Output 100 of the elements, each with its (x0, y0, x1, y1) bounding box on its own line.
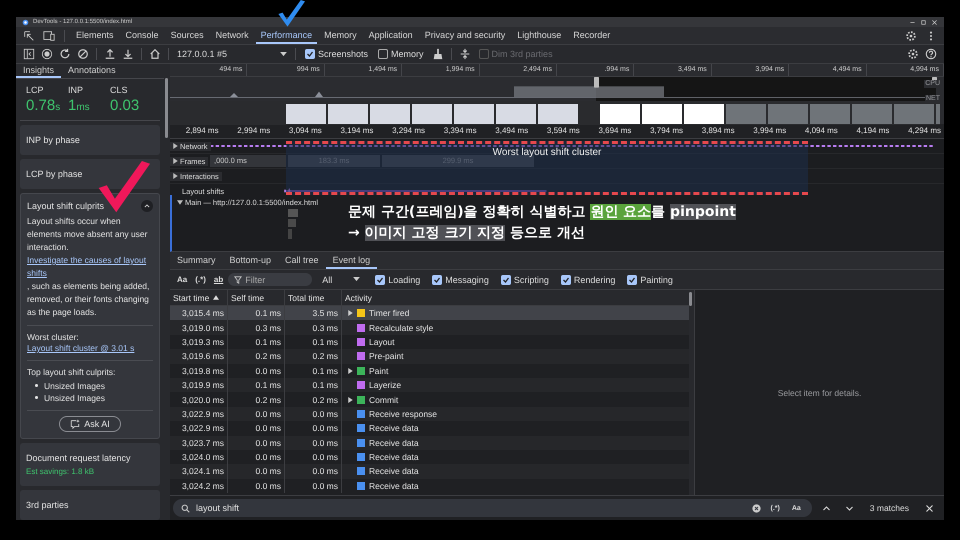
ask-ai-button[interactable]: Ask AI (59, 416, 121, 432)
category-checkbox[interactable]: Painting (627, 274, 673, 284)
caret-icon (280, 52, 287, 56)
insight-card[interactable]: Document request latency Est savings: 1.8 kB (20, 443, 160, 486)
details-tab[interactable]: Bottom-up (222, 252, 278, 269)
option-checkbox[interactable]: Screenshots (305, 49, 368, 59)
split-icon[interactable] (458, 48, 471, 60)
expand-arrow-icon[interactable] (173, 173, 178, 179)
expand-arrow-icon[interactable] (173, 143, 178, 149)
expand-arrow-icon[interactable] (348, 396, 353, 403)
event-row[interactable]: 3,022.9 ms 0.0 ms 0.0 ms Receive response (170, 406, 689, 422)
column-header[interactable]: Self time (228, 290, 285, 305)
activity-name: Paint (369, 366, 388, 376)
activity-name: Receive response (369, 408, 438, 419)
savings-text: Est savings: 1.8 kB (26, 467, 96, 476)
filter-toggle[interactable]: (.*) (192, 275, 209, 284)
upload-icon[interactable] (104, 48, 116, 60)
expand-arrow-icon[interactable] (348, 310, 353, 316)
expand-arrow-icon[interactable] (177, 200, 183, 205)
column-header[interactable]: Total time (285, 290, 342, 305)
close-icon[interactable] (931, 18, 938, 26)
event-row[interactable]: 3,024.1 ms 0.0 ms 0.0 ms Receive data (170, 464, 689, 479)
checkmark-icon (306, 50, 314, 58)
option-checkbox[interactable]: Memory (378, 49, 424, 59)
collapse-chevron-icon[interactable] (141, 200, 153, 212)
previous-match-icon[interactable] (822, 504, 831, 512)
event-row[interactable]: 3,024.2 ms 0.0 ms 0.0 ms Receive data (170, 478, 689, 494)
home-icon[interactable] (149, 48, 161, 60)
activity-name: Receive data (369, 480, 419, 491)
insight-card[interactable]: 3rd parties (20, 490, 160, 520)
panel-tab[interactable]: Sources (166, 27, 209, 44)
filter-toggle[interactable]: Aa (174, 275, 190, 284)
download-icon[interactable] (122, 48, 134, 60)
checkmark-icon (628, 276, 636, 284)
table-cell: 0.0 ms (285, 478, 342, 494)
ruler-tick-label: 3,594 ms (546, 125, 581, 137)
device-toolbar-icon[interactable] (43, 30, 55, 42)
expand-arrow-icon[interactable] (173, 158, 178, 164)
metric-label: INP (68, 85, 84, 95)
event-row[interactable]: 3,015.4 ms 0.1 ms 3.5 ms Timer fired (170, 306, 689, 320)
table-cell: 3,022.9 ms (170, 406, 228, 422)
activity-name: Receive data (369, 452, 419, 462)
panel-tab[interactable]: Recorder (568, 27, 616, 44)
recording-dropdown[interactable]: 127.0.0.1 #5 (173, 49, 291, 59)
event-row[interactable]: 3,019.9 ms 0.1 ms 0.1 ms Layerize (170, 378, 689, 392)
panel-tab[interactable]: Elements (71, 27, 119, 44)
category-checkbox[interactable]: Messaging (432, 274, 489, 284)
annotation-caption: → 이미지 고정 크기 지정 등으로 개선 (348, 224, 586, 243)
panel-tab[interactable]: Console (120, 27, 164, 44)
maximize-icon[interactable] (920, 18, 927, 26)
insight-card[interactable]: LCP by phase (20, 159, 160, 189)
panel-tab[interactable]: Application (364, 27, 418, 44)
table-cell: 0.2 ms (228, 349, 285, 364)
table-cell: 3,019.6 ms (170, 349, 228, 364)
details-tab[interactable]: Summary (170, 252, 223, 269)
ruler-tick-label: 4,194 ms (855, 125, 890, 137)
documentation-link[interactable]: Investigate the causes of layout shifts (27, 254, 153, 280)
category-checkbox[interactable]: Loading (375, 274, 420, 284)
event-row[interactable]: 3,019.0 ms 0.3 ms 0.3 ms Recalculate style (170, 320, 689, 335)
cluster-link[interactable]: Layout shift cluster @ 3.01 s (27, 343, 153, 353)
event-row[interactable]: 3,023.7 ms 0.0 ms 0.0 ms Receive data (170, 436, 689, 450)
panel-tab[interactable]: Privacy and security (420, 27, 510, 44)
clear-icon[interactable] (77, 48, 89, 60)
ruler-tick-label: 3,194 ms (339, 125, 374, 137)
bullet-icon (35, 396, 38, 400)
details-tab[interactable]: Call tree (278, 252, 326, 269)
record-icon[interactable] (41, 48, 53, 60)
broom-icon[interactable] (432, 48, 444, 60)
sidebar-tab[interactable]: Annotations (61, 64, 123, 78)
activity-name: Layerize (369, 380, 402, 390)
filter-toggle[interactable]: ab (210, 275, 226, 284)
sidebar-tab[interactable]: Insights (16, 64, 62, 78)
checkmark-icon (502, 276, 510, 284)
category-dropdown[interactable]: All (316, 274, 366, 286)
event-row[interactable]: 3,019.6 ms 0.2 ms 0.2 ms Pre-paint (170, 349, 689, 364)
insight-card[interactable]: INP by phase (20, 125, 160, 155)
sidebar-toggle-icon[interactable] (23, 48, 35, 60)
bullet-icon (35, 384, 38, 388)
panel-tab[interactable]: Memory (319, 27, 362, 44)
help-icon[interactable] (925, 48, 937, 60)
insight-card[interactable] (20, 193, 160, 439)
close-icon[interactable] (925, 504, 934, 512)
settings-icon[interactable] (905, 30, 917, 42)
inspect-icon[interactable] (23, 30, 35, 42)
column-header[interactable]: Start time (170, 290, 228, 305)
clear-search-icon[interactable] (752, 504, 762, 512)
checkmark-icon (562, 276, 570, 284)
filter-field[interactable]: Filter (228, 273, 312, 286)
panel-tab[interactable]: Network (210, 27, 254, 44)
settings-icon[interactable] (907, 48, 919, 60)
category-checkbox[interactable]: Rendering (560, 274, 616, 284)
expand-arrow-icon[interactable] (348, 368, 353, 374)
column-header[interactable]: Activity (342, 290, 689, 305)
empty-details-message: Select item for details. (778, 388, 862, 398)
reload-icon[interactable] (59, 48, 71, 60)
category-checkbox[interactable]: Scripting (500, 274, 549, 284)
ruler-tick-label: 4,294 ms (907, 125, 942, 137)
flame-chart-drawing (288, 209, 298, 239)
panel-tab[interactable]: Lighthouse (512, 27, 566, 44)
next-match-icon[interactable] (844, 504, 854, 512)
